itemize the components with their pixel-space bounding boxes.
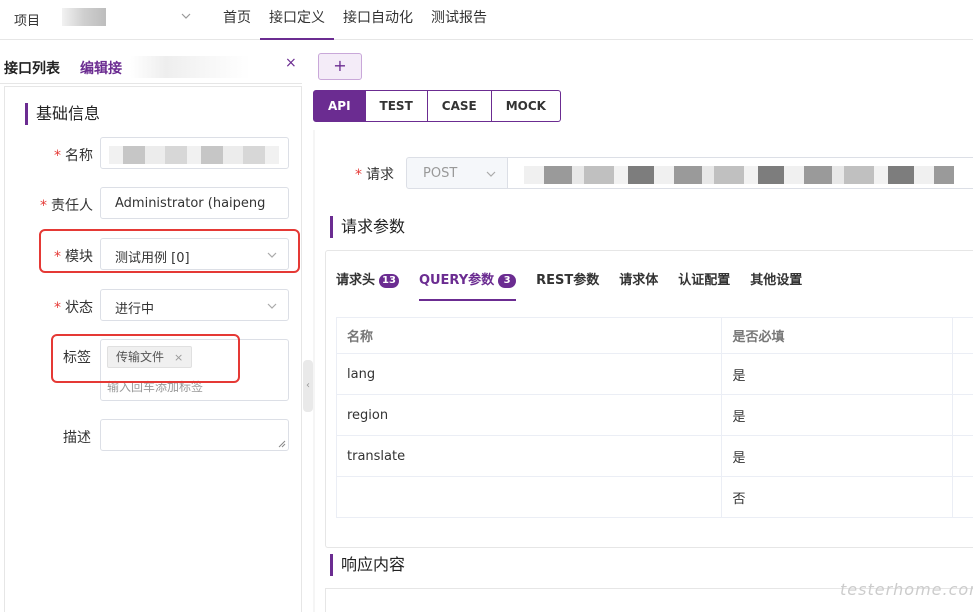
project-name-redacted[interactable] bbox=[62, 8, 106, 26]
table-row[interactable]: 否 bbox=[335, 476, 973, 518]
param-extra-cell bbox=[951, 435, 973, 477]
table-header-row: 名称 是否必填 bbox=[335, 317, 973, 354]
tab-api[interactable]: API bbox=[313, 90, 366, 122]
status-row: * 状态 进行中 bbox=[5, 289, 303, 323]
api-type-tabs: API TEST CASE MOCK bbox=[313, 90, 561, 122]
watermark: testerhome.com bbox=[840, 580, 973, 599]
chevron-down-icon[interactable] bbox=[180, 10, 192, 22]
param-required-cell[interactable]: 是 bbox=[721, 435, 953, 477]
column-header-extra bbox=[951, 317, 973, 354]
chevron-down-icon bbox=[267, 303, 277, 309]
required-mark: * bbox=[54, 300, 61, 316]
nav-tab-home[interactable]: 首页 bbox=[214, 0, 260, 40]
status-select[interactable]: 进行中 bbox=[100, 289, 289, 321]
tab-mock[interactable]: MOCK bbox=[491, 90, 561, 122]
url-input[interactable] bbox=[508, 157, 973, 189]
request-params-title: 请求参数 bbox=[330, 216, 405, 238]
description-label: 描述 bbox=[63, 430, 91, 446]
column-header-required: 是否必填 bbox=[721, 317, 953, 354]
param-name-cell[interactable] bbox=[335, 476, 723, 518]
nav-tab-api-definition[interactable]: 接口定义 bbox=[260, 0, 334, 40]
param-name-cell[interactable]: lang bbox=[335, 353, 723, 395]
response-content-title: 响应内容 bbox=[330, 554, 405, 576]
owner-select[interactable]: Administrator (haipeng.d bbox=[100, 187, 289, 219]
required-mark: * bbox=[40, 198, 47, 214]
request-params-card: 请求头 13 QUERY参数 3 REST参数 请求体 认证配置 其他设置 名称 是… bbox=[325, 250, 973, 548]
column-header-name: 名称 bbox=[335, 317, 723, 354]
tab-case[interactable]: CASE bbox=[427, 90, 492, 122]
left-tab-bar: 接口列表 编辑接 × bbox=[0, 48, 302, 84]
method-value: POST bbox=[423, 166, 458, 181]
description-textarea[interactable] bbox=[100, 419, 289, 451]
method-select[interactable]: POST bbox=[406, 157, 508, 189]
param-tabs: 请求头 13 QUERY参数 3 REST参数 请求体 认证配置 其他设置 bbox=[336, 269, 822, 301]
param-extra-cell bbox=[951, 476, 973, 518]
tab-query-params[interactable]: QUERY参数 3 bbox=[418, 269, 517, 301]
highlight-box-module bbox=[39, 229, 300, 273]
highlight-box-tags bbox=[51, 334, 240, 383]
top-nav: 项目 首页 接口定义 接口自动化 测试报告 bbox=[0, 0, 973, 40]
param-required-cell[interactable]: 是 bbox=[721, 394, 953, 436]
param-name-cell[interactable]: region bbox=[335, 394, 723, 436]
name-row: * 名称 bbox=[5, 137, 303, 171]
tab-other-settings[interactable]: 其他设置 bbox=[750, 269, 802, 301]
tab-request-body[interactable]: 请求体 bbox=[619, 269, 658, 301]
nav-tab-api-automation[interactable]: 接口自动化 bbox=[334, 0, 422, 40]
table-row[interactable]: lang 是 bbox=[335, 353, 973, 395]
count-badge: 3 bbox=[498, 274, 517, 288]
tab-edit-api[interactable]: 编辑接 bbox=[80, 58, 122, 78]
add-tab-button[interactable]: + bbox=[318, 53, 362, 80]
tab-rest-params[interactable]: REST参数 bbox=[536, 269, 599, 301]
tab-api-list[interactable]: 接口列表 bbox=[4, 58, 60, 78]
tab-test[interactable]: TEST bbox=[365, 90, 428, 122]
owner-row: * 责任人 Administrator (haipeng.d bbox=[5, 187, 303, 221]
required-mark: * bbox=[355, 167, 362, 183]
table-row[interactable]: region 是 bbox=[335, 394, 973, 436]
param-required-cell[interactable]: 是 bbox=[721, 353, 953, 395]
request-label: * 请求 bbox=[355, 167, 394, 183]
param-extra-cell bbox=[951, 353, 973, 395]
tab-request-headers[interactable]: 请求头 13 bbox=[336, 269, 399, 301]
basic-info-title: 基础信息 bbox=[25, 103, 100, 125]
owner-value: Administrator (haipeng.d bbox=[115, 196, 265, 211]
status-label: * 状态 bbox=[54, 300, 93, 316]
nav-tab-test-report[interactable]: 测试报告 bbox=[422, 0, 496, 40]
main-nav-tabs: 首页 接口定义 接口自动化 测试报告 bbox=[214, 0, 496, 40]
close-icon[interactable]: × bbox=[285, 56, 299, 70]
chevron-down-icon bbox=[486, 171, 496, 177]
param-required-cell[interactable]: 否 bbox=[721, 476, 953, 518]
query-params-table: 名称 是否必填 lang 是 region 是 translate 是 否 bbox=[335, 317, 973, 518]
api-editor-panel: * 请求 POST 请求参数 请求头 13 QUERY参数 3 REST参数 请求体 … bbox=[313, 130, 973, 612]
name-label: * 名称 bbox=[54, 148, 93, 164]
name-value-redacted bbox=[109, 146, 279, 164]
url-value-redacted bbox=[524, 166, 954, 184]
status-value: 进行中 bbox=[115, 302, 155, 317]
table-row[interactable]: translate 是 bbox=[335, 435, 973, 477]
collapse-handle-icon[interactable]: ‹ bbox=[303, 360, 313, 412]
param-extra-cell bbox=[951, 394, 973, 436]
count-badge: 13 bbox=[379, 274, 399, 288]
resize-grip-icon[interactable] bbox=[278, 440, 286, 448]
project-label: 项目 bbox=[14, 14, 41, 29]
tab-auth-config[interactable]: 认证配置 bbox=[678, 269, 730, 301]
api-editor-content: * 请求 POST 请求参数 请求头 13 QUERY参数 3 REST参数 请求体 … bbox=[315, 130, 973, 612]
param-name-cell[interactable]: translate bbox=[335, 435, 723, 477]
required-mark: * bbox=[54, 148, 61, 164]
name-input[interactable] bbox=[100, 137, 289, 169]
owner-label: * 责任人 bbox=[40, 198, 93, 214]
tab-title-redacted bbox=[130, 56, 250, 78]
